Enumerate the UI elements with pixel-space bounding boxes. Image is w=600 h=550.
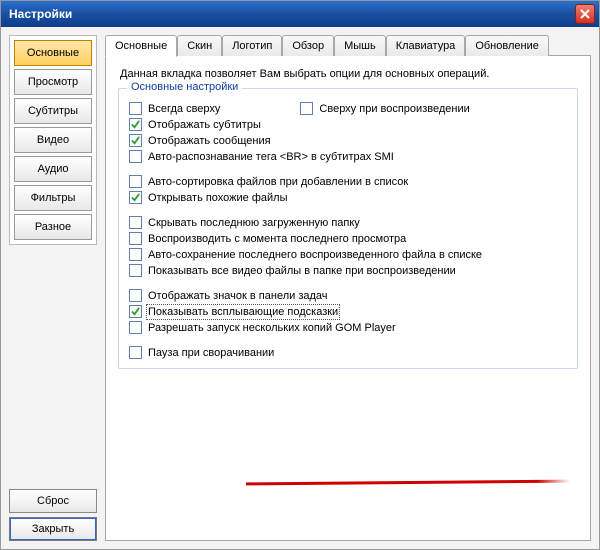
spacer <box>129 337 567 343</box>
checkbox-on-top-playing[interactable] <box>300 102 313 115</box>
checkbox-label[interactable]: Отображать субтитры <box>148 119 261 131</box>
sidebar-item-subtitles[interactable]: Субтитры <box>14 98 92 124</box>
main: Основные Скин Логотип Обзор Мышь Клавиат… <box>105 35 591 541</box>
group-general-settings: Основные настройки Всегда сверху Сверху … <box>118 88 578 369</box>
checkbox-tray-icon[interactable] <box>129 289 142 302</box>
checkbox-open-similar[interactable] <box>129 191 142 204</box>
spacer <box>129 166 567 172</box>
checkbox-label[interactable]: Отображать сообщения <box>148 135 271 147</box>
sidebar-item-general[interactable]: Основные <box>14 40 92 66</box>
annotation-underline <box>246 480 570 486</box>
tab-panel-general: Данная вкладка позволяет Вам выбрать опц… <box>105 55 591 541</box>
sidebar-item-label: Видео <box>37 134 69 146</box>
titlebar: Настройки <box>1 1 599 27</box>
checkbox-auto-br-tag[interactable] <box>129 150 142 163</box>
checkbox-show-subtitles[interactable] <box>129 118 142 131</box>
close-settings-button[interactable]: Закрыть <box>9 517 97 541</box>
option-row: Показывать всплывающие подсказки <box>129 305 567 318</box>
checkbox-label[interactable]: Авто-сохранение последнего воспроизведен… <box>148 249 482 261</box>
sidebar-item-label: Субтитры <box>28 105 78 117</box>
checkbox-label[interactable]: Разрешать запуск нескольких копий GOM Pl… <box>148 322 396 334</box>
option-row: Скрывать последнюю загруженную папку <box>129 216 567 229</box>
sidebar-item-label: Аудио <box>37 163 68 175</box>
sidebar-item-playback[interactable]: Просмотр <box>14 69 92 95</box>
checkbox-label[interactable]: Показывать всплывающие подсказки <box>148 306 338 318</box>
checkbox-show-folder-videos[interactable] <box>129 264 142 277</box>
sidebar-item-audio[interactable]: Аудио <box>14 156 92 182</box>
option-row: Отображать субтитры <box>129 118 567 131</box>
sidebar-item-label: Разное <box>35 221 71 233</box>
checkbox-show-messages[interactable] <box>129 134 142 147</box>
checkbox-label[interactable]: Авто-сортировка файлов при добавлении в … <box>148 176 408 188</box>
checkbox-label[interactable]: Воспроизводить с момента последнего прос… <box>148 233 406 245</box>
sidebar: Основные Просмотр Субтитры Видео Аудио Ф… <box>9 35 97 541</box>
tab-update[interactable]: Обновление <box>465 35 549 56</box>
option-row: Отображать значок в панели задач <box>129 289 567 302</box>
option-row: Показывать все видео файлы в папке при в… <box>129 264 567 277</box>
checkbox-label[interactable]: Показывать все видео файлы в папке при в… <box>148 265 456 277</box>
tab-keyboard[interactable]: Клавиатура <box>386 35 466 56</box>
tab-mouse[interactable]: Мышь <box>334 35 386 56</box>
sidebar-bottom: Сброс Закрыть <box>9 481 97 541</box>
option-row: Всегда сверху Сверху при воспроизведении <box>129 102 567 115</box>
option-row: Авто-сохранение последнего воспроизведен… <box>129 248 567 261</box>
option-row: Разрешать запуск нескольких копий GOM Pl… <box>129 321 567 334</box>
window-title: Настройки <box>9 7 72 21</box>
checkbox-resume-playback[interactable] <box>129 232 142 245</box>
checkbox-label[interactable]: Скрывать последнюю загруженную папку <box>148 217 360 229</box>
reset-button[interactable]: Сброс <box>9 489 97 513</box>
group-title: Основные настройки <box>127 81 242 93</box>
checkbox-label[interactable]: Авто-распознавание тега <BR> в субтитрах… <box>148 151 394 163</box>
tab-general[interactable]: Основные <box>105 35 177 57</box>
sidebar-item-misc[interactable]: Разное <box>14 214 92 240</box>
sidebar-item-label: Просмотр <box>28 76 78 88</box>
checkbox-label[interactable]: Всегда сверху <box>148 103 220 115</box>
intro-text: Данная вкладка позволяет Вам выбрать опц… <box>120 68 578 80</box>
settings-window: Настройки Основные Просмотр Субтитры Вид… <box>0 0 600 550</box>
tab-logo[interactable]: Логотип <box>222 35 282 56</box>
option-row: Авто-распознавание тега <BR> в субтитрах… <box>129 150 567 163</box>
checkbox-label[interactable]: Отображать значок в панели задач <box>148 290 328 302</box>
sidebar-item-video[interactable]: Видео <box>14 127 92 153</box>
option-row: Авто-сортировка файлов при добавлении в … <box>129 175 567 188</box>
checkbox-label[interactable]: Открывать похожие файлы <box>148 192 288 204</box>
sidebar-item-filters[interactable]: Фильтры <box>14 185 92 211</box>
checkbox-multiple-instances[interactable] <box>129 321 142 334</box>
checkbox-tooltips[interactable] <box>129 305 142 318</box>
body-area: Основные Просмотр Субтитры Видео Аудио Ф… <box>1 27 599 549</box>
tab-overview[interactable]: Обзор <box>282 35 334 56</box>
checkbox-autosave-last[interactable] <box>129 248 142 261</box>
checkbox-auto-sort[interactable] <box>129 175 142 188</box>
option-row: Пауза при сворачивании <box>129 346 567 359</box>
checkbox-hide-last-folder[interactable] <box>129 216 142 229</box>
close-icon <box>580 9 590 19</box>
tab-skin[interactable]: Скин <box>177 35 222 56</box>
spacer <box>129 207 567 213</box>
sidebar-panel: Основные Просмотр Субтитры Видео Аудио Ф… <box>9 35 97 245</box>
sidebar-item-label: Фильтры <box>31 192 76 204</box>
tabstrip: Основные Скин Логотип Обзор Мышь Клавиат… <box>105 35 591 56</box>
checkbox-label[interactable]: Пауза при сворачивании <box>148 347 274 359</box>
checkbox-always-on-top[interactable] <box>129 102 142 115</box>
checkbox-pause-on-minimize[interactable] <box>129 346 142 359</box>
checkbox-label[interactable]: Сверху при воспроизведении <box>319 103 469 115</box>
option-row: Отображать сообщения <box>129 134 567 147</box>
spacer <box>129 280 567 286</box>
option-row: Открывать похожие файлы <box>129 191 567 204</box>
sidebar-item-label: Основные <box>27 47 79 59</box>
option-row: Воспроизводить с момента последнего прос… <box>129 232 567 245</box>
close-button[interactable] <box>575 4 595 24</box>
